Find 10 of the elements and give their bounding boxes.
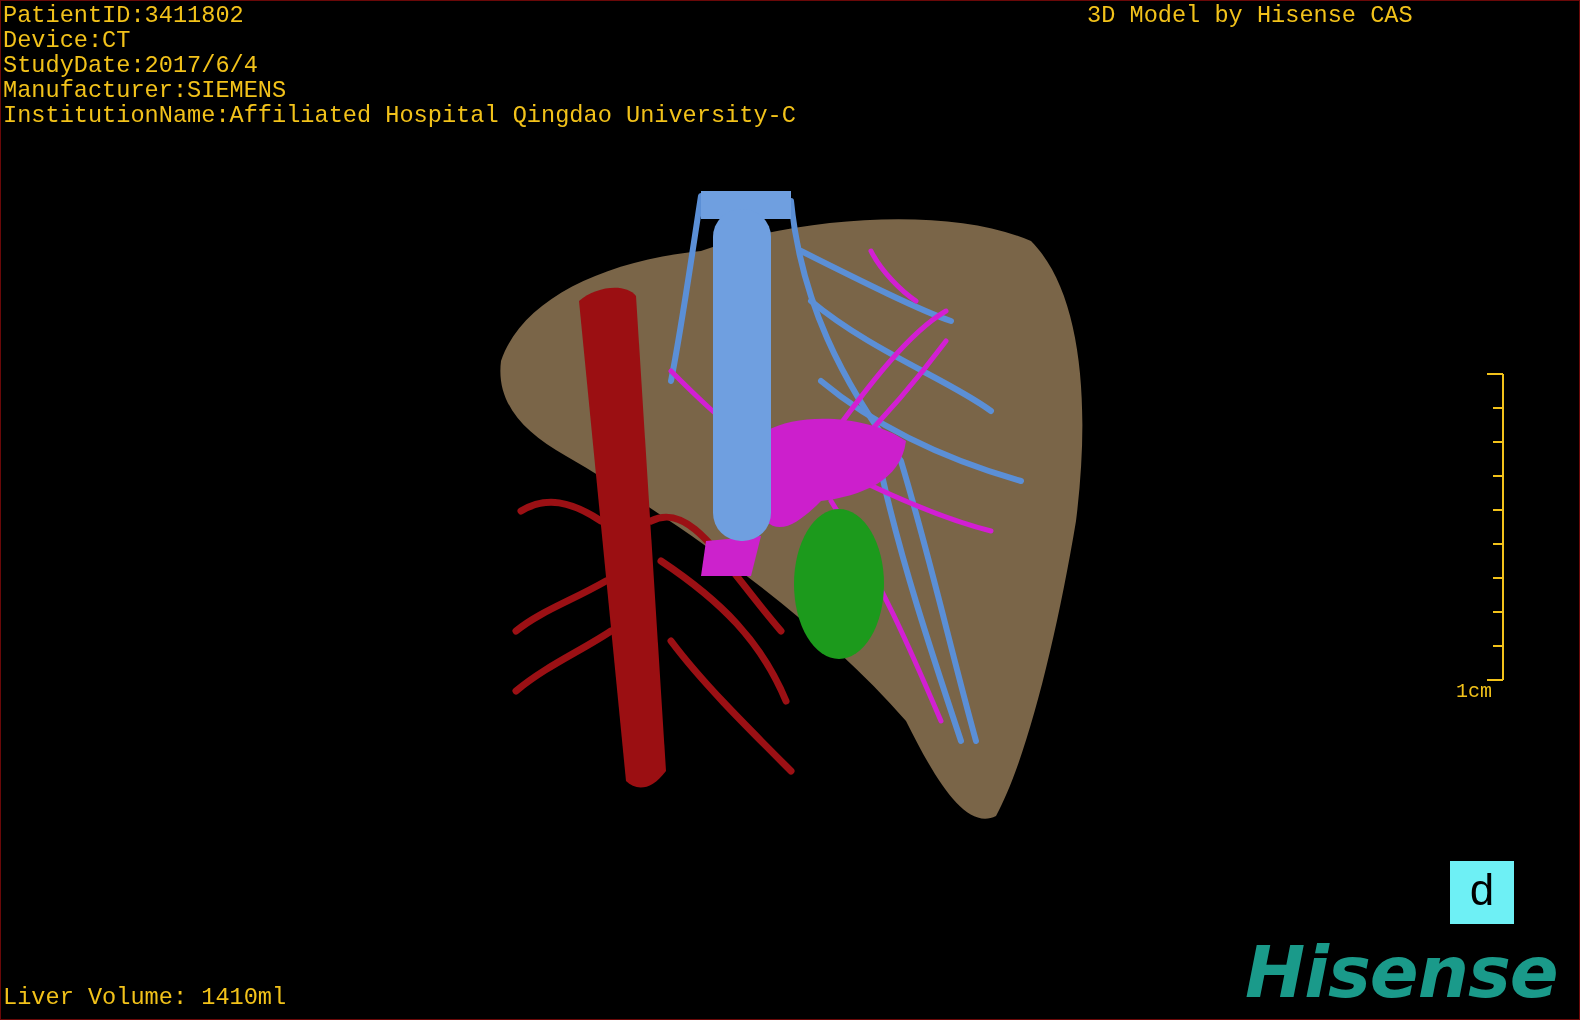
study-info-line: StudyDate:2017/6/4 <box>3 53 259 78</box>
study-info-line: PatientID:3411802 <box>3 3 245 28</box>
liver-volume-text: Liver Volume: 1410ml <box>3 985 287 1010</box>
study-info-line: Device:CT <box>3 28 132 53</box>
credit-text: 3D Model by Hisense CAS <box>1087 3 1413 28</box>
study-info-line: Manufacturer:SIEMENS <box>3 78 288 103</box>
orientation-cube[interactable]: d <box>1450 861 1514 924</box>
study-info-line: InstitutionName:Affiliated Hospital Qingdao University-C <box>3 103 796 128</box>
logo: Hisense <box>1245 936 1558 1008</box>
scale-label: 1cm <box>1456 681 1492 703</box>
